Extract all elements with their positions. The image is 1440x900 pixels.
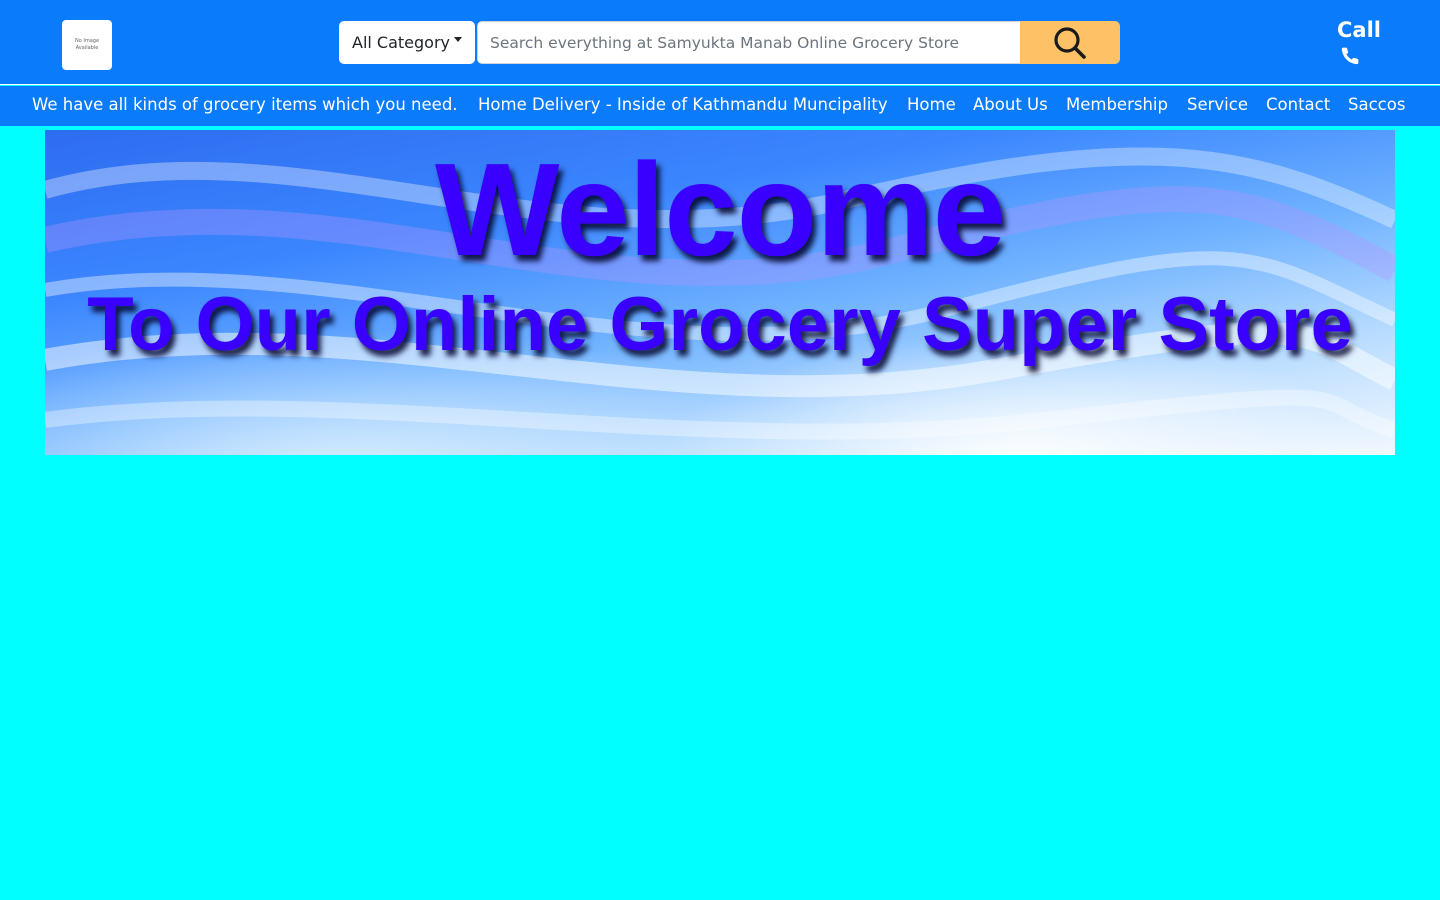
delivery-note: Home Delivery - Inside of Kathmandu Munc… bbox=[478, 95, 888, 114]
nav-link-service[interactable]: Service bbox=[1187, 86, 1248, 126]
nav-link-membership[interactable]: Membership bbox=[1066, 86, 1168, 126]
logo-placeholder-text: No Image Available bbox=[74, 38, 100, 51]
banner-title: Welcome bbox=[434, 136, 1006, 283]
nav-link-contact[interactable]: Contact bbox=[1266, 86, 1330, 126]
site-logo[interactable]: No Image Available bbox=[62, 20, 112, 70]
phone-icon bbox=[1341, 47, 1359, 65]
nav-link-about-us[interactable]: About Us bbox=[973, 86, 1048, 126]
call-label: Call bbox=[1337, 18, 1381, 42]
search-button[interactable] bbox=[1020, 21, 1120, 64]
category-dropdown-label: All Category bbox=[352, 33, 451, 52]
banner-subtitle: To Our Online Grocery Super Store bbox=[87, 282, 1353, 367]
caret-down-icon bbox=[454, 37, 463, 42]
call-link[interactable]: Call bbox=[1337, 16, 1397, 66]
site-header: No Image Available All Category Call bbox=[0, 0, 1440, 85]
main-navbar: We have all kinds of grocery items which… bbox=[0, 86, 1440, 126]
store-tagline: We have all kinds of grocery items which… bbox=[32, 95, 458, 114]
search-input[interactable] bbox=[477, 21, 1022, 64]
nav-link-saccos[interactable]: Saccos bbox=[1348, 86, 1405, 126]
category-dropdown[interactable]: All Category bbox=[339, 21, 475, 64]
welcome-banner: Welcome To Our Online Grocery Super Stor… bbox=[45, 130, 1395, 455]
search-icon bbox=[1054, 26, 1086, 59]
nav-link-home[interactable]: Home bbox=[907, 86, 956, 126]
